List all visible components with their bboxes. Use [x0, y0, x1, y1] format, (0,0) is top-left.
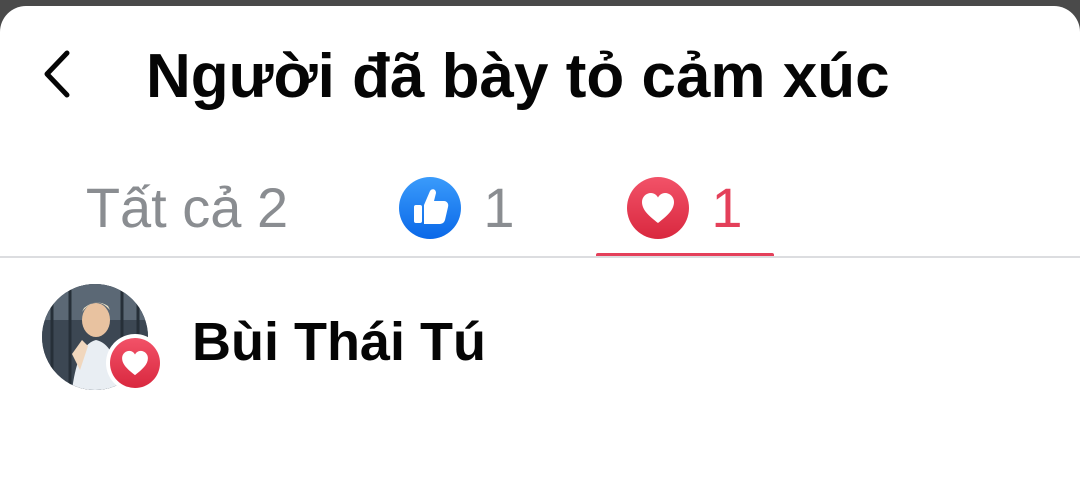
love-icon [110, 338, 160, 388]
reaction-tabs: Tất cả 2 1 1 [0, 158, 1080, 258]
header: Người đã bày tỏ cảm xúc [0, 6, 1080, 146]
divider [0, 256, 1080, 258]
user-name[interactable]: Bùi Thái Tú [192, 310, 486, 374]
reaction-badge [106, 334, 164, 392]
reactions-sheet: Người đã bày tỏ cảm xúc Tất cả 2 1 1 Bùi… [0, 6, 1080, 498]
love-icon [627, 177, 690, 239]
like-icon [399, 177, 462, 239]
tab-all[interactable]: Tất cả 2 [62, 158, 312, 258]
tab-like[interactable]: 1 [382, 158, 532, 258]
tab-all-label: Tất cả 2 [85, 176, 289, 239]
list-item[interactable]: Bùi Thái Tú [0, 276, 1080, 406]
tab-like-count: 1 [483, 176, 515, 239]
page-title: Người đã bày tỏ cảm xúc [146, 42, 890, 111]
avatar-container[interactable] [42, 284, 164, 400]
tab-love[interactable]: 1 [596, 158, 774, 258]
chevron-left-icon [44, 50, 70, 98]
tab-love-count: 1 [711, 176, 743, 239]
back-button[interactable] [28, 40, 84, 108]
